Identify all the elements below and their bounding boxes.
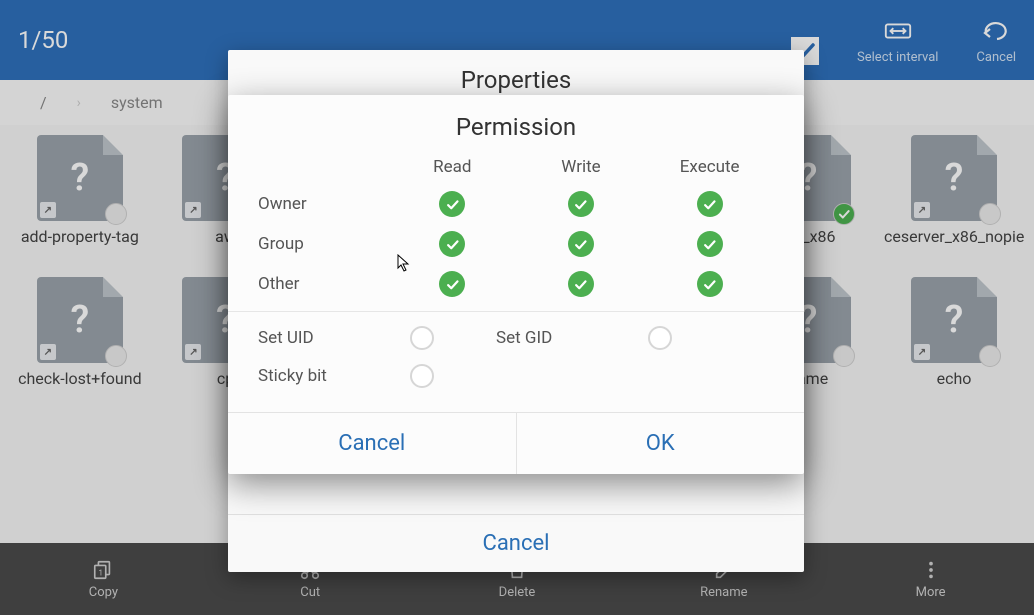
permission-cancel-button[interactable]: Cancel	[228, 413, 516, 474]
permission-dialog: Permission Read Write Execute Owner Grou…	[228, 95, 804, 474]
permission-ok-button[interactable]: OK	[516, 413, 805, 474]
sticky-bit-checkbox[interactable]	[410, 364, 434, 388]
header-read: Read	[388, 157, 517, 177]
header-write: Write	[517, 157, 646, 177]
sticky-bit-label: Sticky bit	[258, 366, 388, 386]
group-read-checkbox[interactable]	[439, 231, 465, 257]
row-other-label: Other	[258, 274, 388, 294]
set-gid-label: Set GID	[496, 328, 626, 348]
owner-write-checkbox[interactable]	[568, 191, 594, 217]
other-read-checkbox[interactable]	[439, 271, 465, 297]
group-execute-checkbox[interactable]	[697, 231, 723, 257]
other-execute-checkbox[interactable]	[697, 271, 723, 297]
other-write-checkbox[interactable]	[568, 271, 594, 297]
group-write-checkbox[interactable]	[568, 231, 594, 257]
set-gid-checkbox[interactable]	[648, 326, 672, 350]
owner-read-checkbox[interactable]	[439, 191, 465, 217]
row-group-label: Group	[258, 234, 388, 254]
row-owner-label: Owner	[258, 194, 388, 214]
properties-cancel-button[interactable]: Cancel	[483, 531, 550, 556]
permission-title: Permission	[228, 95, 804, 157]
header-execute: Execute	[645, 157, 774, 177]
owner-execute-checkbox[interactable]	[697, 191, 723, 217]
set-uid-label: Set UID	[258, 328, 388, 348]
set-uid-checkbox[interactable]	[410, 326, 434, 350]
